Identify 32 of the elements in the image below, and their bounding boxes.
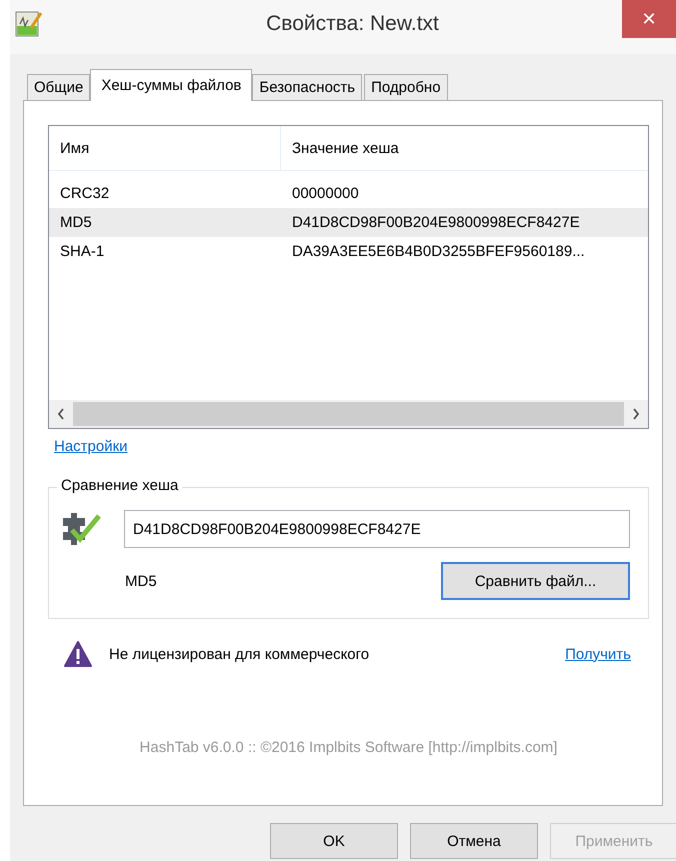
group-title: Сравнение хеша — [57, 477, 182, 494]
get-license-link[interactable]: Получить — [565, 646, 631, 662]
license-message: Не лицензирован для коммерческого — [109, 646, 370, 662]
window-title: Свойства: New.txt — [265, 12, 440, 36]
tab[interactable]: Подробно — [364, 74, 448, 100]
column-header[interactable]: Значение хеша — [281, 126, 399, 170]
dialog-button[interactable]: Отмена — [410, 823, 538, 859]
settings-link[interactable]: Настройки — [54, 438, 128, 455]
tab[interactable]: Безопасность — [252, 74, 362, 100]
table-cell-text: DA39A3EE5E6B4B0D3255BFEF9560189... — [291, 243, 585, 260]
scrollbar-thumb[interactable] — [73, 402, 624, 426]
list-row[interactable]: MD5 D41D8CD98F00B204E9800998ECF8427E — [49, 208, 648, 237]
copyright-text: HashTab v6.0.0 :: ©2016 Implbits Software [http://implbits.com] — [138, 739, 558, 756]
column-header[interactable]: Имя — [49, 126, 281, 170]
table-cell-text: D41D8CD98F00B204E9800998ECF8427E — [291, 214, 580, 231]
table-cell-text: MD5 — [59, 214, 93, 231]
warning-icon — [64, 641, 92, 667]
document-icon — [15, 10, 43, 38]
close-button[interactable]: ✕ — [622, 0, 676, 38]
algorithm-label: MD5 — [125, 572, 157, 590]
table-cell-text: CRC32 — [59, 185, 110, 202]
hash-input-field[interactable]: D41D8CD98F00B204E9800998ECF8427E — [124, 510, 630, 548]
list-row[interactable]: CRC32 00000000 — [49, 179, 648, 208]
list-row[interactable]: SHA-1 DA39A3EE5E6B4B0D3255BFEF9560189... — [49, 237, 648, 266]
dialog-button[interactable]: OK — [270, 823, 398, 859]
tab[interactable]: Хеш-суммы файлов — [90, 69, 252, 101]
tab[interactable]: Общие — [27, 74, 90, 100]
table-cell-text: SHA-1 — [59, 243, 106, 260]
horizontal-scrollbar[interactable] — [49, 400, 648, 428]
compare-file-button[interactable]: Сравнить файл... — [441, 562, 630, 600]
table-cell-text: 00000000 — [291, 185, 359, 202]
puzzle-check-icon — [60, 510, 102, 548]
